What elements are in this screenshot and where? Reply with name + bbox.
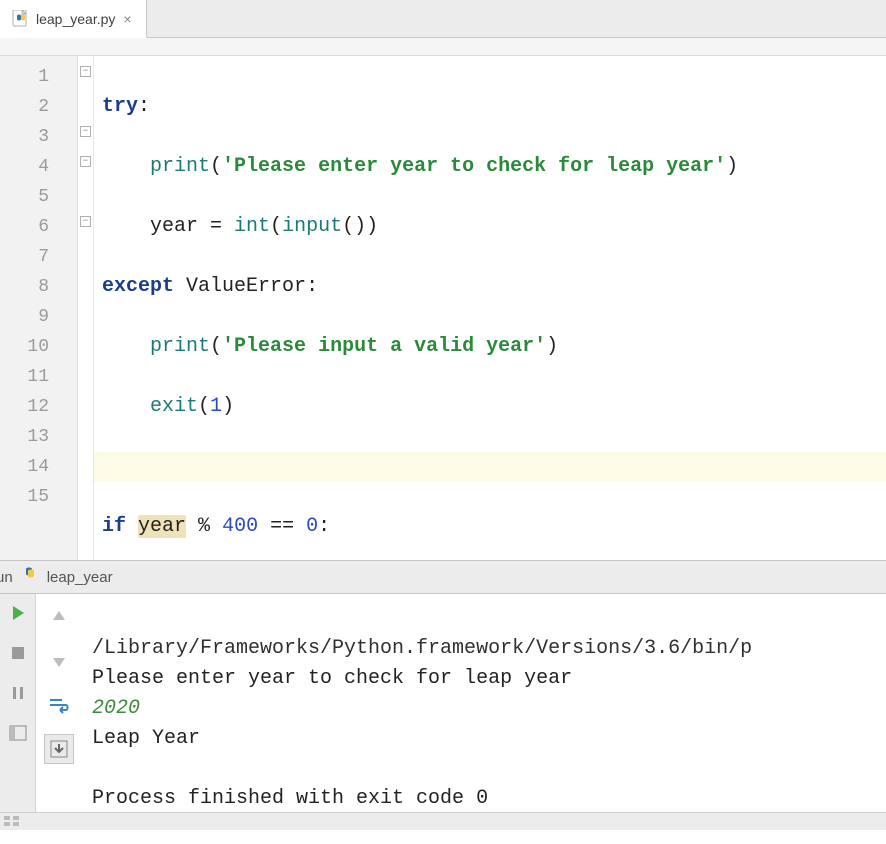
- interpreter-path: /Library/Frameworks/Python.framework/Ver…: [92, 637, 752, 660]
- exception-class: ValueError: [186, 275, 306, 298]
- layout-button[interactable]: [5, 720, 31, 746]
- file-tab[interactable]: leap_year.py ×: [0, 0, 147, 38]
- line-number: 11: [0, 362, 77, 392]
- fold-gutter: − − − −: [78, 56, 94, 560]
- builtin-fn: print: [150, 335, 210, 358]
- line-number: 1: [0, 62, 77, 92]
- run-label-prefix: un: [0, 569, 13, 586]
- run-toolbar-left: [0, 594, 36, 812]
- stop-button[interactable]: [5, 640, 31, 666]
- run-panel-header[interactable]: un leap_year: [0, 560, 886, 594]
- keyword: except: [102, 275, 174, 298]
- variable-highlighted: year: [138, 515, 186, 538]
- soft-wrap-icon[interactable]: [44, 690, 74, 720]
- down-stack-icon[interactable]: [44, 646, 74, 676]
- keyword: try: [102, 95, 138, 118]
- number-literal: 400: [222, 515, 258, 538]
- line-number: 12: [0, 392, 77, 422]
- code-editor[interactable]: 1 2 3 4 5 6 7 8 9 10 11 12 13 14 15 − − …: [0, 56, 886, 560]
- line-number: 2: [0, 92, 77, 122]
- line-number: 9: [0, 302, 77, 332]
- keyword: if: [102, 515, 126, 538]
- number-literal: 1: [210, 395, 222, 418]
- builtin-fn: input: [282, 215, 342, 238]
- current-line-highlight: [94, 452, 886, 482]
- line-number: 13: [0, 422, 77, 452]
- line-number: 14: [0, 452, 77, 482]
- punct: :: [138, 95, 150, 118]
- breadcrumb-strip: [0, 38, 886, 56]
- fold-toggle-icon[interactable]: −: [80, 156, 91, 167]
- code-area[interactable]: try: print('Please enter year to check f…: [94, 56, 886, 560]
- punct: :: [318, 515, 330, 538]
- console-user-input: 2020: [92, 697, 140, 720]
- punct: :: [306, 275, 318, 298]
- run-panel: /Library/Frameworks/Python.framework/Ver…: [0, 594, 886, 812]
- builtin-fn: exit: [150, 395, 198, 418]
- line-number: 7: [0, 242, 77, 272]
- run-toolbar-nav: [36, 594, 82, 812]
- fold-end-icon[interactable]: −: [80, 126, 91, 137]
- structure-icon[interactable]: [4, 816, 20, 828]
- close-icon[interactable]: ×: [121, 11, 133, 27]
- line-number: 15: [0, 482, 77, 512]
- pause-output-button[interactable]: [5, 680, 31, 706]
- status-bar: [0, 812, 886, 830]
- string-literal: 'Please enter year to check for leap yea…: [222, 155, 726, 178]
- up-stack-icon[interactable]: [44, 602, 74, 632]
- number-literal: 0: [306, 515, 318, 538]
- file-tab-label: leap_year.py: [36, 11, 115, 27]
- rerun-button[interactable]: [5, 600, 31, 626]
- python-run-icon: [21, 566, 39, 588]
- builtin-fn: print: [150, 155, 210, 178]
- console-line: Leap Year: [92, 727, 200, 750]
- op: %: [186, 515, 222, 538]
- builtin-fn: int: [234, 215, 270, 238]
- line-number: 4: [0, 152, 77, 182]
- line-number: 10: [0, 332, 77, 362]
- python-file-icon: [12, 10, 30, 28]
- line-number: 3: [0, 122, 77, 152]
- line-number: 8: [0, 272, 77, 302]
- scroll-to-end-icon[interactable]: [44, 734, 74, 764]
- console-line: Please enter year to check for leap year: [92, 667, 572, 690]
- console-exit-line: Process finished with exit code 0: [92, 787, 488, 810]
- line-number: 5: [0, 182, 77, 212]
- fold-toggle-icon[interactable]: −: [80, 66, 91, 77]
- line-number-gutter: 1 2 3 4 5 6 7 8 9 10 11 12 13 14 15: [0, 56, 78, 560]
- run-config-name: leap_year: [47, 569, 113, 586]
- console-output[interactable]: /Library/Frameworks/Python.framework/Ver…: [82, 594, 886, 812]
- string-literal: 'Please input a valid year': [222, 335, 546, 358]
- fold-end-icon[interactable]: −: [80, 216, 91, 227]
- line-number: 6: [0, 212, 77, 242]
- editor-tabbar: leap_year.py ×: [0, 0, 886, 38]
- op: ==: [258, 515, 306, 538]
- assignment: year =: [150, 215, 234, 238]
